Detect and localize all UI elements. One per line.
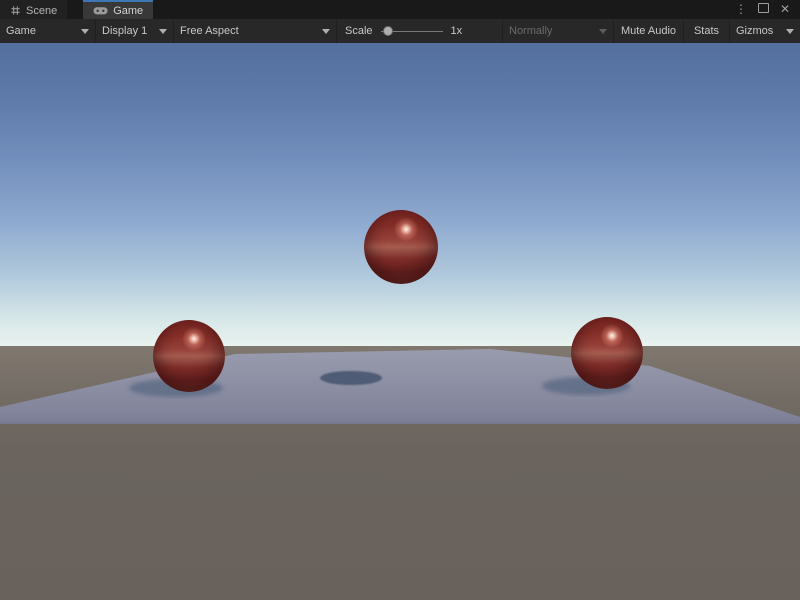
gizmos-label: Gizmos — [736, 25, 773, 37]
red-sphere-right — [571, 317, 643, 389]
scale-slider-thumb[interactable] — [383, 26, 393, 36]
close-icon[interactable]: ✕ — [778, 0, 792, 19]
mute-audio-button[interactable]: Mute Audio — [614, 19, 684, 43]
toolbar-spacer — [470, 19, 502, 43]
view-mode-label: Game — [6, 25, 36, 37]
game-view-toolbar: Game Display 1 Free Aspect Scale 1x Norm… — [0, 19, 800, 43]
play-mode-label: Normally — [509, 25, 552, 37]
display-label: Display 1 — [102, 25, 147, 37]
display-dropdown[interactable]: Display 1 — [96, 19, 174, 43]
more-options-icon[interactable]: ⋮ — [734, 0, 748, 19]
scale-slider[interactable] — [381, 26, 443, 36]
aspect-ratio-label: Free Aspect — [180, 25, 239, 37]
sphere-shadow-center — [320, 371, 382, 385]
tab-bar-spacer — [153, 0, 734, 19]
maximize-icon[interactable] — [756, 0, 770, 19]
gizmos-dropdown[interactable]: Gizmos — [730, 19, 800, 43]
panel-tab-bar: Scene Game ⋮ ✕ — [0, 0, 800, 19]
platform-quad — [0, 349, 800, 424]
tab-scene[interactable]: Scene — [0, 0, 67, 19]
stats-label: Stats — [694, 25, 719, 37]
chevron-down-icon — [322, 29, 330, 34]
scale-label: Scale — [345, 25, 373, 37]
mute-audio-label: Mute Audio — [621, 25, 676, 37]
red-sphere-left — [153, 320, 225, 392]
scale-control: Scale 1x — [337, 19, 470, 43]
tab-game-label: Game — [113, 5, 143, 17]
tab-scene-label: Scene — [26, 5, 57, 17]
tab-gap — [67, 0, 83, 19]
platform-and-shadows — [0, 43, 800, 600]
window-controls: ⋮ ✕ — [734, 0, 800, 19]
grid-icon — [10, 5, 21, 16]
chevron-down-icon — [159, 29, 167, 34]
red-sphere-airborne — [364, 210, 438, 284]
chevron-down-icon — [786, 29, 794, 34]
scale-value: 1x — [451, 25, 463, 37]
tab-game[interactable]: Game — [83, 0, 153, 19]
view-mode-dropdown[interactable]: Game — [0, 19, 96, 43]
gamepad-icon — [93, 6, 108, 16]
chevron-down-icon — [81, 29, 89, 34]
stats-button[interactable]: Stats — [684, 19, 730, 43]
play-mode-dropdown: Normally — [502, 19, 614, 43]
chevron-down-icon — [599, 29, 607, 34]
game-viewport[interactable] — [0, 43, 800, 600]
aspect-ratio-dropdown[interactable]: Free Aspect — [174, 19, 337, 43]
